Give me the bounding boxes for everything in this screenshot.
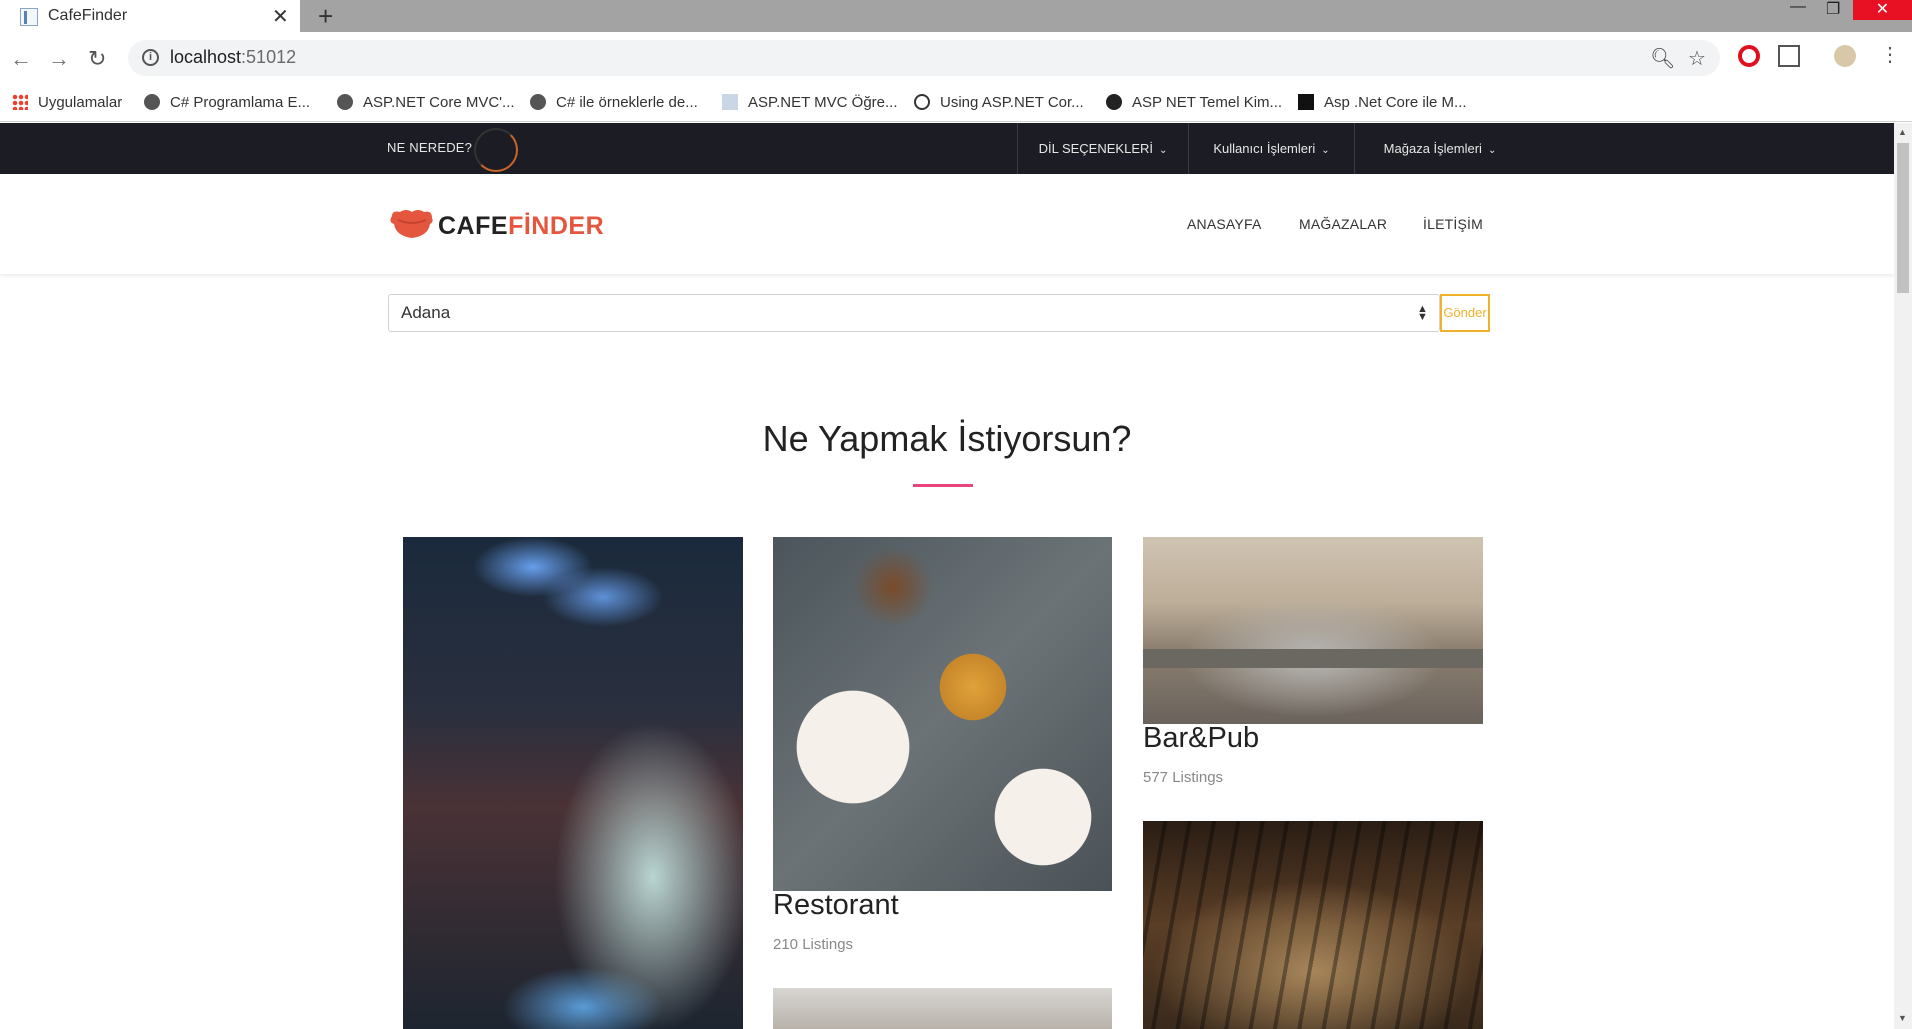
category-image-barpub[interactable]	[1143, 537, 1483, 724]
forward-arrow-icon[interactable]: →	[48, 46, 70, 72]
section-title: Ne Yapmak İstiyorsun?	[762, 418, 1132, 459]
logo-text: CAFEFİNDER	[438, 212, 604, 241]
bookmark-item[interactable]: C# ile örneklerle de...	[530, 94, 698, 111]
apps-grid-icon	[12, 94, 28, 110]
category-count: 210 Listings	[773, 936, 854, 953]
site-icon	[1106, 94, 1122, 110]
coffee-cup-icon	[390, 210, 433, 238]
submit-button[interactable]: Gönder	[1440, 294, 1490, 332]
language-menu[interactable]: DİL SEÇENEKLERİ ⌄	[1018, 123, 1188, 174]
category-name[interactable]: Restorant	[773, 889, 899, 922]
avatar[interactable]	[1834, 45, 1856, 67]
new-tab-button[interactable]: +	[318, 1, 333, 32]
browser-tab[interactable]: CafeFinder ✕	[0, 0, 300, 32]
loading-spinner-icon	[474, 128, 518, 172]
zoom-icon[interactable]: 🔍︎	[1650, 46, 1675, 71]
selected-city: Adana	[401, 303, 451, 322]
bookmark-apps[interactable]: Uygulamalar	[12, 94, 122, 111]
user-menu[interactable]: Kullanıcı İşlemleri ⌄	[1189, 123, 1354, 174]
bookmark-label: ASP.NET Core MVC'...	[363, 94, 515, 111]
page-scrollbar[interactable]: ▲ ▼	[1894, 123, 1912, 1029]
menu-label: Kullanıcı İşlemleri	[1213, 141, 1316, 156]
reload-icon[interactable]: ↻	[88, 46, 106, 72]
bookmark-label: C# ile örneklerle de...	[556, 94, 698, 111]
nav-stores[interactable]: MAĞAZALAR	[1299, 216, 1387, 232]
chevron-down-icon: ⌄	[1487, 145, 1497, 156]
page-icon	[20, 8, 38, 26]
pocket-extension-icon[interactable]	[1778, 45, 1800, 67]
url-text[interactable]: localhost:51012	[170, 47, 296, 68]
info-icon[interactable]: i	[142, 49, 159, 66]
minimize-icon[interactable]: —	[1790, 0, 1806, 18]
nav-contact[interactable]: İLETİŞİM	[1423, 216, 1483, 232]
address-bar[interactable]: i localhost:51012 🔍︎ ☆	[128, 40, 1720, 76]
tab-title: CafeFinder	[48, 7, 128, 24]
globe-icon	[337, 94, 353, 110]
close-icon[interactable]: ✕	[272, 4, 289, 29]
bookmark-label: Using ASP.NET Cor...	[940, 94, 1084, 111]
title-underline	[913, 484, 973, 487]
menu-label: Mağaza İşlemleri	[1383, 141, 1482, 156]
bookmark-item[interactable]: C# Programlama E...	[144, 94, 310, 111]
category-image-hall[interactable]	[1143, 821, 1483, 1029]
bookmark-label: C# Programlama E...	[170, 94, 311, 111]
logo-part-cafe: CAFE	[438, 212, 509, 240]
bookmark-label: ASP NET Temel Kim...	[1132, 94, 1283, 111]
url-port: :51012	[241, 47, 297, 67]
bookmark-label: ASP.NET MVC Öğre...	[748, 94, 898, 111]
category-image[interactable]	[773, 988, 1112, 1029]
back-arrow-icon[interactable]: ←	[10, 46, 32, 72]
bookmark-label: Uygulamalar	[38, 94, 123, 111]
scroll-down-icon[interactable]: ▼	[1898, 1013, 1907, 1023]
url-host: localhost	[170, 47, 242, 67]
scroll-up-icon[interactable]: ▲	[1898, 127, 1907, 137]
bookmark-item[interactable]: ASP NET Temel Kim...	[1106, 94, 1282, 111]
bookmark-item[interactable]: ASP.NET Core MVC'...	[337, 94, 515, 111]
category-name[interactable]: Bar&Pub	[1143, 722, 1259, 755]
chevron-down-icon: ⌄	[1321, 145, 1330, 156]
globe-icon	[530, 94, 546, 110]
page-icon	[722, 94, 738, 110]
menu-icon[interactable]: ⋮	[1880, 42, 1902, 66]
globe-icon	[144, 94, 160, 110]
topbar-brand[interactable]: NE NEREDE?	[387, 140, 472, 155]
browser-toolbar: ← → ↻ i localhost:51012 🔍︎ ☆ ⋮	[0, 32, 1912, 86]
bookmark-item[interactable]: Asp .Net Core ile M...	[1298, 94, 1467, 111]
bookmark-item[interactable]: Using ASP.NET Cor...	[914, 94, 1084, 111]
nav-home[interactable]: ANASAYFA	[1187, 216, 1261, 232]
site-icon	[914, 94, 930, 110]
browser-tabstrip: CafeFinder ✕ + — ❐ ✕	[0, 0, 1912, 32]
bookmark-label: Asp .Net Core ile M...	[1324, 94, 1467, 111]
scroll-thumb[interactable]	[1897, 143, 1909, 293]
bookmark-item[interactable]: ASP.NET MVC Öğre...	[722, 94, 898, 111]
city-select[interactable]: Adana ▲ ▼	[388, 294, 1440, 332]
maximize-icon[interactable]: ❐	[1826, 0, 1840, 19]
main-navbar: CAFEFİNDER ANASAYFA MAĞAZALAR İLETİŞİM	[0, 174, 1894, 274]
select-arrows-icon: ▲ ▼	[1417, 303, 1428, 323]
logo-part-finder: FİNDER	[508, 212, 605, 240]
category-image-restaurant[interactable]	[773, 537, 1112, 891]
star-icon[interactable]: ☆	[1688, 46, 1706, 71]
opera-extension-icon[interactable]	[1738, 45, 1760, 67]
chevron-down-icon: ⌄	[1159, 145, 1168, 156]
category-count: 577 Listings	[1143, 769, 1224, 786]
menu-label: DİL SEÇENEKLERİ	[1038, 141, 1153, 156]
site-topbar: NE NEREDE? DİL SEÇENEKLERİ ⌄ Kullanıcı İş…	[0, 123, 1894, 174]
category-image-concert[interactable]	[403, 537, 743, 1029]
window-close-icon[interactable]: ✕	[1853, 0, 1912, 20]
store-menu[interactable]: Mağaza İşlemleri ⌄	[1355, 123, 1525, 174]
bookmarks-bar: Uygulamalar C# Programlama E... ASP.NET …	[0, 86, 1912, 122]
medium-icon	[1298, 94, 1314, 110]
